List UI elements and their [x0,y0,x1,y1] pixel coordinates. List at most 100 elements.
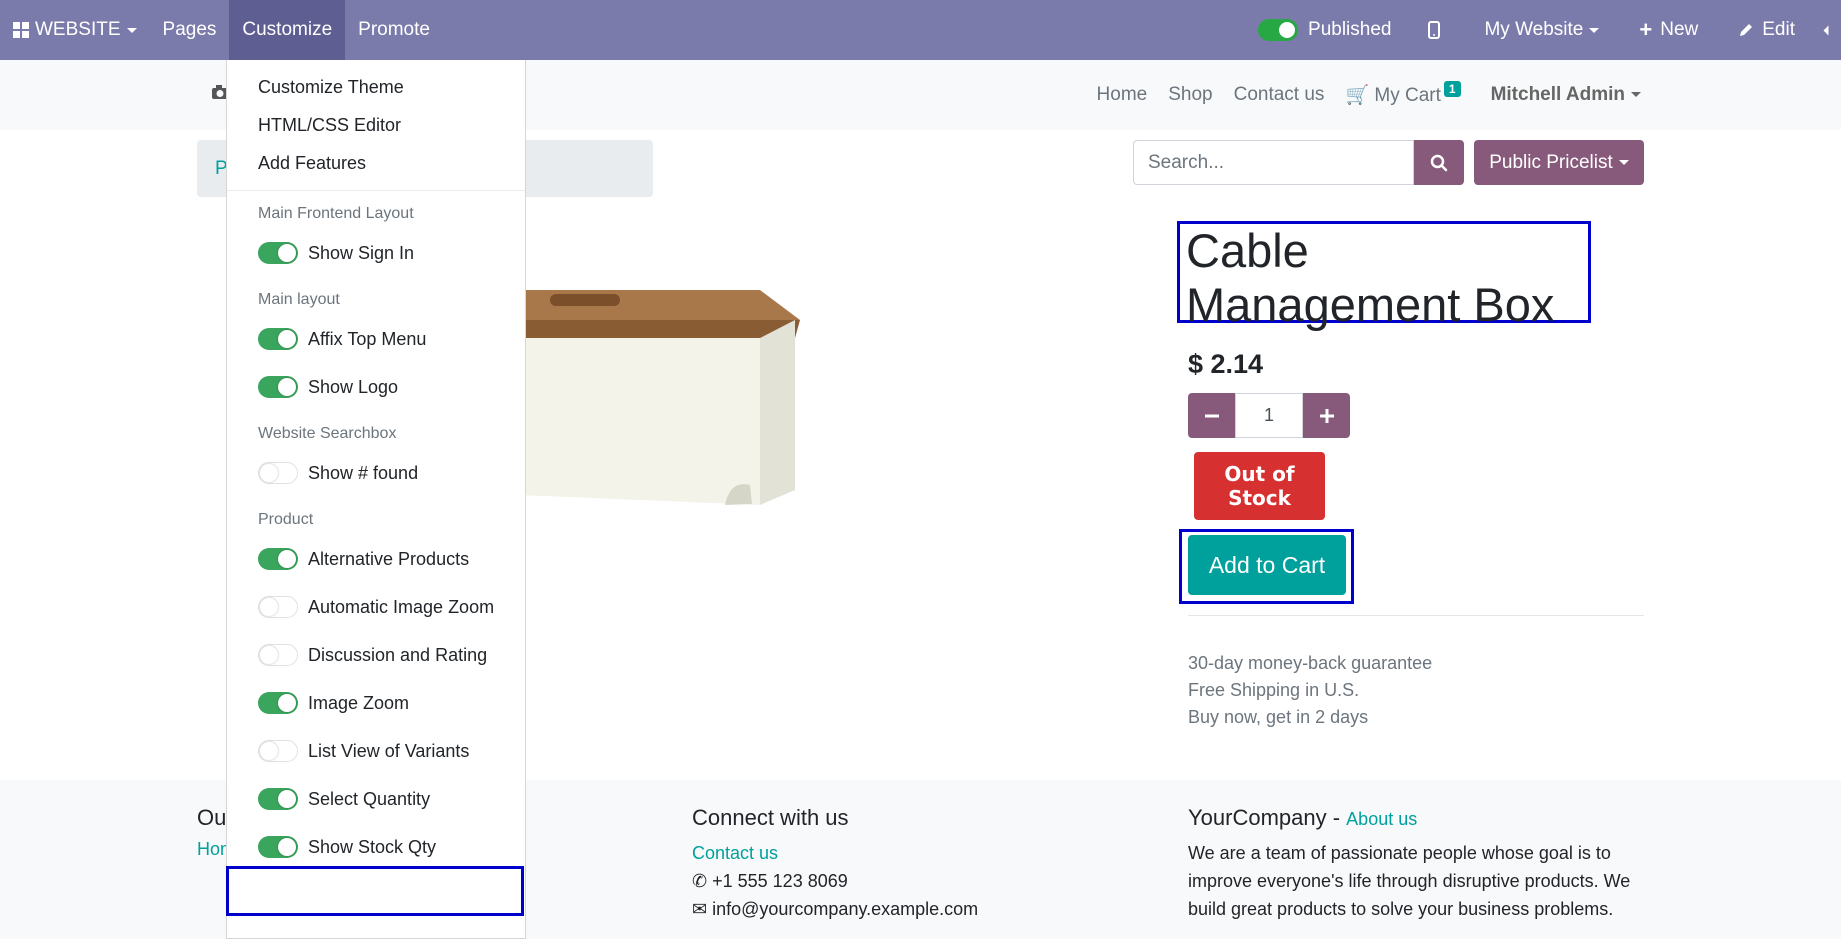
promote-menu[interactable]: Promote [345,0,443,60]
footer-contact-link[interactable]: Contact us [692,839,978,867]
company-name: YourCompany [1188,805,1327,830]
nav-contact[interactable]: Contact us [1234,84,1325,106]
toggle-alternative-products[interactable]: Alternative Products [227,535,525,583]
customize-theme-item[interactable]: Customize Theme [227,68,525,106]
toggle-list-view-variants[interactable]: List View of Variants [227,727,525,775]
pricelist-dropdown[interactable]: Public Pricelist [1474,140,1644,185]
cart-count-badge: 1 [1443,81,1461,97]
toggle-label: Alternative Products [308,548,470,569]
published-toggle[interactable]: Published [1245,0,1404,60]
customize-menu[interactable]: Customize [229,0,346,60]
footer-phone: ✆ +1 555 123 8069 [692,867,978,895]
toggle-switch[interactable] [258,242,298,264]
toggle-show-found[interactable]: Show # found [227,449,525,497]
decrease-qty-button[interactable] [1188,393,1235,438]
increase-qty-button[interactable] [1303,393,1350,438]
toggle-switch[interactable] [258,788,298,810]
chevron-down-icon [1631,92,1641,98]
company-description: We are a team of passionate people whose… [1188,843,1631,919]
footer-col-connect: Connect with us Contact us ✆ +1 555 123 … [692,805,978,923]
chevron-down-icon [1589,27,1600,33]
search-input[interactable]: Search... [1133,140,1414,185]
about-us-link[interactable]: About us [1346,809,1417,829]
edit-button[interactable]: Edit [1718,0,1815,60]
footer-email: ✉ info@yourcompany.example.com [692,895,978,923]
connect-title: Connect with us [692,805,849,830]
toggle-switch[interactable] [258,836,298,858]
toggle-label: Show Logo [308,376,399,397]
search-icon [1430,154,1448,171]
toggle-select-quantity[interactable]: Select Quantity [227,775,525,823]
published-label: Published [1308,19,1392,40]
section-header: Main layout [258,291,340,308]
toggle-label: Show Stock Qty [308,836,437,857]
toggle-label: Automatic Image Zoom [308,596,495,617]
details-divider [1188,615,1644,616]
toggle-switch[interactable] [258,740,298,762]
plus-icon: + [1639,17,1653,42]
toggle-label: Show # found [308,462,419,483]
quantity-input[interactable]: 1 [1235,393,1303,438]
toggle-affix-top-menu[interactable]: Affix Top Menu [227,315,525,363]
published-switch[interactable] [1258,19,1299,41]
admin-topbar: WEBSITE Pages Customize Promote Publishe… [0,0,1841,60]
toggle-automatic-image-zoom[interactable]: Automatic Image Zoom [227,583,525,631]
toggle-label: Image Zoom [308,692,410,713]
product-price: $ 2.14 [1188,349,1264,379]
quantity-stepper: 1 [1188,393,1350,438]
site-nav: Home Shop Contact us 🛒 My Cart 1 Mitchell… [1076,60,1641,130]
product-search: Search... [1133,140,1464,185]
search-button[interactable] [1414,140,1464,185]
toggle-show-logo[interactable]: Show Logo [227,363,525,411]
footer-col-about: YourCompany - About us We are a team of … [1188,805,1658,923]
customize-dropdown: Customize Theme HTML/CSS Editor Add Feat… [226,60,526,939]
website-app-menu[interactable]: WEBSITE [0,0,150,60]
nav-shop[interactable]: Shop [1168,84,1212,106]
product-title: Cable Management Box [1177,221,1591,331]
company-heading: YourCompany - About us [1188,805,1658,831]
toggle-discussion-rating[interactable]: Discussion and Rating [227,631,525,679]
toggle-show-stock-qty[interactable]: Show Stock Qty [227,823,525,871]
section-header: Product [258,511,314,528]
new-button[interactable]: + New [1619,0,1718,60]
phone-number: +1 555 123 8069 [712,871,848,891]
toggle-label: Show Sign In [308,242,415,263]
topbar-right: Published My Website + New Edit [1245,0,1841,60]
user-menu[interactable]: Mitchell Admin [1491,84,1641,106]
apps-grid-icon [13,22,29,38]
guarantee-line: Buy now, get in 2 days [1188,707,1369,727]
new-label: New [1660,19,1699,40]
toggle-switch[interactable] [258,596,298,618]
toggle-switch[interactable] [258,376,298,398]
nav-home[interactable]: Home [1097,84,1148,106]
product-image [520,290,800,505]
show-stock-qty-highlight [226,866,524,916]
toggle-switch[interactable] [258,644,298,666]
section-header: Main Frontend Layout [258,205,414,222]
cart-icon: 🛒 [1345,85,1370,106]
topbar-overflow[interactable] [1815,0,1841,60]
add-to-cart-button[interactable]: Add to Cart [1188,535,1346,595]
toggle-label: Affix Top Menu [308,328,427,349]
toggle-switch[interactable] [258,548,298,570]
pages-menu[interactable]: Pages [150,0,230,60]
toggle-switch[interactable] [258,328,298,350]
website-label: WEBSITE [35,19,121,40]
website-switcher[interactable]: My Website [1464,0,1619,60]
pricelist-label: Public Pricelist [1489,151,1613,173]
toggle-switch[interactable] [258,692,298,714]
html-css-editor-item[interactable]: HTML/CSS Editor [227,106,525,144]
envelope-icon: ✉ [692,899,708,919]
out-of-stock-badge: Out of Stock [1194,452,1325,520]
toggle-show-sign-in[interactable]: Show Sign In [227,229,525,277]
toggle-switch[interactable] [258,462,298,484]
nav-cart[interactable]: 🛒 My Cart 1 [1345,81,1461,107]
mobile-preview-button[interactable] [1404,0,1464,60]
mobile-icon [1428,21,1441,39]
toggle-label: Discussion and Rating [308,644,488,665]
toggle-image-zoom[interactable]: Image Zoom [227,679,525,727]
minus-icon [1204,414,1219,417]
add-features-item[interactable]: Add Features [227,144,525,182]
email-address: info@yourcompany.example.com [712,899,979,919]
toggle-label: List View of Variants [308,740,470,761]
